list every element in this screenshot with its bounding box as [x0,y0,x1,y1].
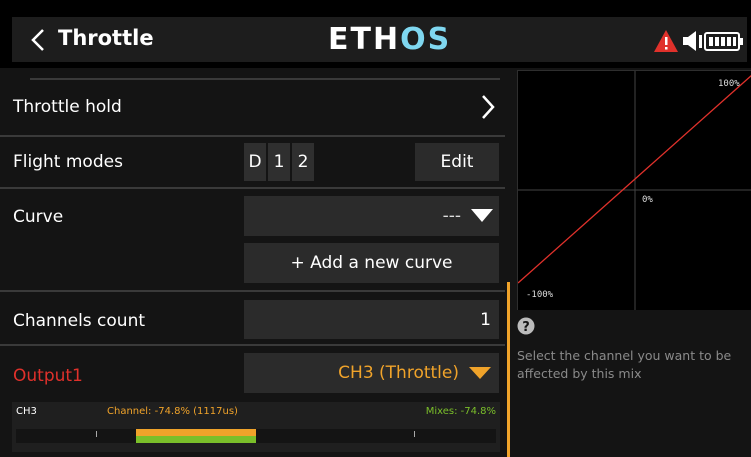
monitor-mixes-value: Mixes: -74.8% [425,406,496,417]
throttle-hold-label: Throttle hold [13,97,122,117]
header: Throttle ETHOS [0,0,751,68]
dropdown-arrow-icon [469,367,491,379]
channels-count-field[interactable]: 1 [244,300,499,339]
monitor-channel-value: Channel: -74.8% (1117us) [107,406,238,417]
logo-main: ETH [328,22,401,57]
divider [30,78,500,80]
monitor-track [16,429,496,443]
edit-button-label: Edit [440,152,474,172]
chevron-right-icon [482,95,495,119]
tick-mark [96,431,97,437]
flight-modes-label: Flight modes [13,152,123,172]
signal-icon [699,35,702,48]
battery-icon [704,32,743,51]
channel-output-bar [136,429,256,436]
curve-value: --- [442,206,461,226]
divider [0,135,505,137]
divider [0,187,505,189]
help-text: Select the channel you want to be affect… [517,348,732,381]
channels-count-label: Channels count [13,311,146,331]
curve-graph: 100% 0% -100% [517,70,751,310]
add-new-curve-button[interactable]: + Add a new curve [244,243,499,283]
flight-mode-d: D [244,143,266,181]
curve-graph-svg [518,71,751,310]
channel-monitor: CH3 Channel: -74.8% (1117us) Mixes: -74.… [12,402,500,452]
speaker-icon [683,31,696,51]
throttle-hold-row[interactable]: Throttle hold [0,82,505,132]
edit-button[interactable]: Edit [415,143,499,181]
curve-label: Curve [13,207,64,227]
mixes-output-bar [136,436,256,443]
back-button[interactable] [26,27,52,53]
add-new-curve-label: + Add a new curve [290,253,453,273]
svg-text:?: ? [522,320,530,335]
help-icon: ? [517,317,535,335]
flight-mode-1: 1 [268,143,290,181]
status-icons [652,27,747,55]
tick-mark [414,431,415,437]
page-title: Throttle [58,26,154,50]
graph-label-mid: 0% [642,195,653,205]
divider [0,344,505,346]
ethos-logo: ETHOS [328,22,451,57]
curve-select[interactable]: --- [244,196,499,236]
flight-mode-2: 2 [292,143,314,181]
output1-value: CH3 (Throttle) [338,363,459,383]
graph-label-bottom: -100% [526,290,554,300]
monitor-channel-name: CH3 [16,406,37,417]
chevron-left-icon [31,29,44,51]
channels-count-value: 1 [480,310,491,330]
title-bar: Throttle ETHOS [12,17,747,62]
output1-label: Output1 [13,366,83,386]
dropdown-arrow-icon [471,209,493,222]
warning-icon [654,30,678,52]
output1-select[interactable]: CH3 (Throttle) [244,353,499,393]
logo-accent: OS [400,22,452,57]
divider [0,290,505,292]
scroll-indicator[interactable] [507,282,510,457]
graph-label-top: 100% [718,79,740,89]
